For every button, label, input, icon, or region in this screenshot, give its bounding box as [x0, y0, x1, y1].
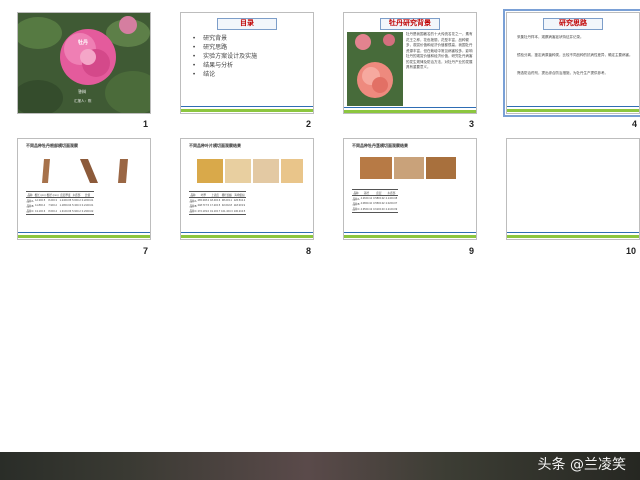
divider [18, 232, 150, 233]
slide-thumbnail-10[interactable] [506, 138, 640, 240]
footer-bar [181, 235, 313, 238]
slide1-caption-3: 汇报人：陈 [74, 99, 92, 103]
footer-bar [507, 235, 639, 238]
footer-bar [181, 109, 313, 112]
slide-thumbnail-7[interactable]: 不同品种牡丹根部横切面观察 品种 根长 (cm) 根径 (mm) 皮层厚度 木质部 比值 … [17, 138, 151, 240]
slide4-point-3: 筛选防治药剂，提出综合防治措施，为牡丹生产提供参考。 [517, 71, 608, 75]
slide1-caption-1: 牡丹 [78, 40, 89, 46]
leaf-section-images [197, 159, 303, 183]
slide2-title: 目录 [217, 18, 277, 30]
table-row: 品种C 13.1±0.6 8.6±0.4 1.31±0.06 5.9±0.2 0.23±0… [26, 208, 94, 215]
divider [507, 232, 639, 233]
slide-number-4: 4 [632, 119, 638, 129]
footer-bar [344, 235, 476, 238]
slide-number-7: 7 [143, 246, 149, 256]
footer-bar [507, 109, 639, 112]
footer-bar [344, 110, 476, 113]
slide1-caption-2: 答辩 [78, 89, 86, 94]
slide-thumbnail-3[interactable]: 牡丹研究背景 牡丹是我国著名的十大传统名花之一，素有花王之称，花色艳丽，花型丰富… [343, 12, 477, 114]
slide-number-2: 2 [306, 119, 312, 129]
divider [344, 107, 476, 108]
toc-item: 结果与分析 [193, 62, 257, 71]
slide7-table: 品种 根长 (cm) 根径 (mm) 皮层厚度 木质部 比值 品种A 12.3±0.5 8.2… [26, 190, 94, 215]
slide8-title: 不同品种叶片横切面观察结果 [189, 143, 241, 148]
watermark-text: 头条 @兰凌笑 [537, 457, 626, 473]
slide-thumbnail-2[interactable]: 目录 研究背景 研究思路 实验方案设计及实施 结果与分析 结论 [180, 12, 314, 114]
toc-item: 研究思路 [193, 44, 257, 53]
slide-sorter-view: 牡丹 答辩 汇报人：陈 1 目录 研究背景 研究思路 实验方案设计及实施 结果与… [0, 0, 640, 452]
slide9-table: 品种 茎径 皮层 木质部 品种A 4.26±0.12 0.58±0.02 2.14±0.08… [352, 188, 398, 213]
slide8-table: 品种 叶厚 上表皮 栅栏组织 海绵组织 品种A 265.3±8.2 18.4±0.6 98.2… [189, 190, 246, 215]
peony-photo [347, 32, 403, 106]
divider [344, 232, 476, 233]
slide3-title: 牡丹研究背景 [380, 18, 440, 30]
table-row: 品种C 272.1±9.0 19.1±0.7 101.4±3.3 130.2±4.5 [189, 208, 246, 215]
slide4-point-2: 镜检分离，鉴定病原菌种类，比较不同品种的抗病性差异，确定主要病害。 [517, 53, 633, 57]
slide-number-9: 9 [469, 246, 475, 256]
slide-number-10: 10 [626, 246, 637, 256]
divider [507, 106, 639, 107]
footer-bar [18, 235, 150, 238]
slide2-toc-list: 研究背景 研究思路 实验方案设计及实施 结果与分析 结论 [193, 35, 257, 80]
divider [181, 106, 313, 107]
toc-item: 研究背景 [193, 35, 257, 44]
stem-section-images [360, 157, 456, 179]
slide4-point-1: 采集牡丹样本，观察病害症状特征并记录。 [517, 35, 584, 39]
slide3-body: 牡丹是我国著名的十大传统名花之一，素有花王之称，花色艳丽，花型丰富，品种繁多，观… [406, 32, 473, 69]
slide-thumbnail-1[interactable]: 牡丹 答辩 汇报人：陈 [17, 12, 151, 114]
slide-thumbnail-9[interactable]: 不同品种牡丹茎横切面观察结果 品种 茎径 皮层 木质部 品种A 4.26±0.12 0.5… [343, 138, 477, 240]
slide9-title: 不同品种牡丹茎横切面观察结果 [352, 143, 408, 148]
slide-thumbnail-8[interactable]: 不同品种叶片横切面观察结果 品种 叶厚 上表皮 栅栏组织 海绵组织 品种A 265.3±8… [180, 138, 314, 240]
toc-item: 结论 [193, 71, 257, 80]
slide4-title: 研究思路 [543, 18, 603, 30]
slide7-title: 不同品种牡丹根部横切面观察 [26, 143, 78, 148]
root-images [42, 159, 128, 183]
slide-number-1: 1 [143, 119, 149, 129]
divider [181, 232, 313, 233]
slide-thumbnail-4[interactable]: 研究思路 采集牡丹样本，观察病害症状特征并记录。 镜检分离，鉴定病原菌种类，比较… [503, 9, 640, 117]
slide-number-3: 3 [469, 119, 475, 129]
toc-item: 实验方案设计及实施 [193, 53, 257, 62]
slide-number-8: 8 [306, 246, 312, 256]
table-row: 品种C 4.35±0.13 0.61±0.03 2.21±0.09 [352, 206, 398, 213]
